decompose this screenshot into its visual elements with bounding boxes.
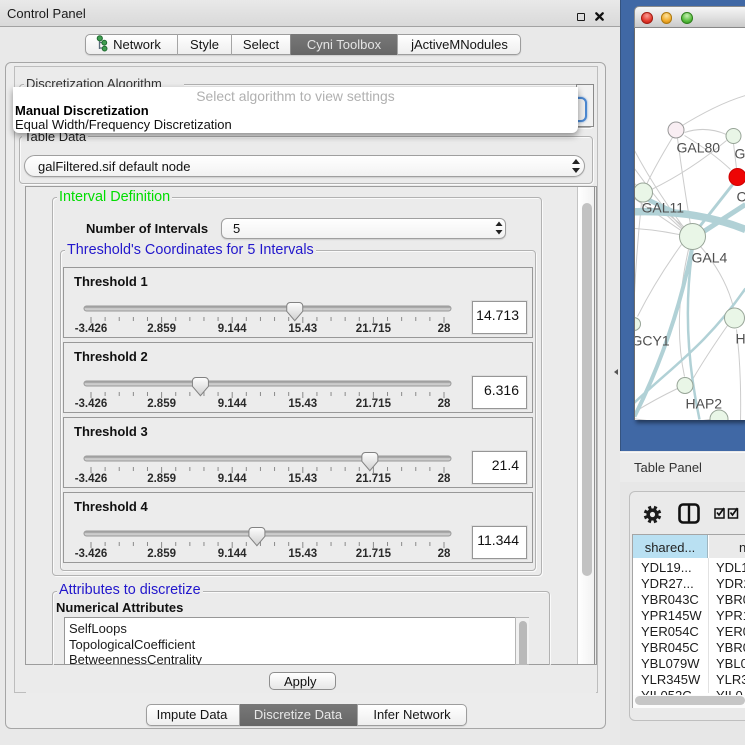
svg-text:GAL4: GAL4 (691, 249, 727, 265)
svg-text:C: C (736, 188, 745, 204)
svg-text:GAL80: GAL80 (676, 139, 720, 155)
svg-text:G.: G. (734, 145, 745, 161)
svg-text:GCY1: GCY1 (635, 332, 670, 348)
svg-text:GAL11: GAL11 (641, 199, 684, 215)
svg-text:H: H (735, 330, 745, 346)
svg-text:HAP2: HAP2 (685, 395, 722, 411)
